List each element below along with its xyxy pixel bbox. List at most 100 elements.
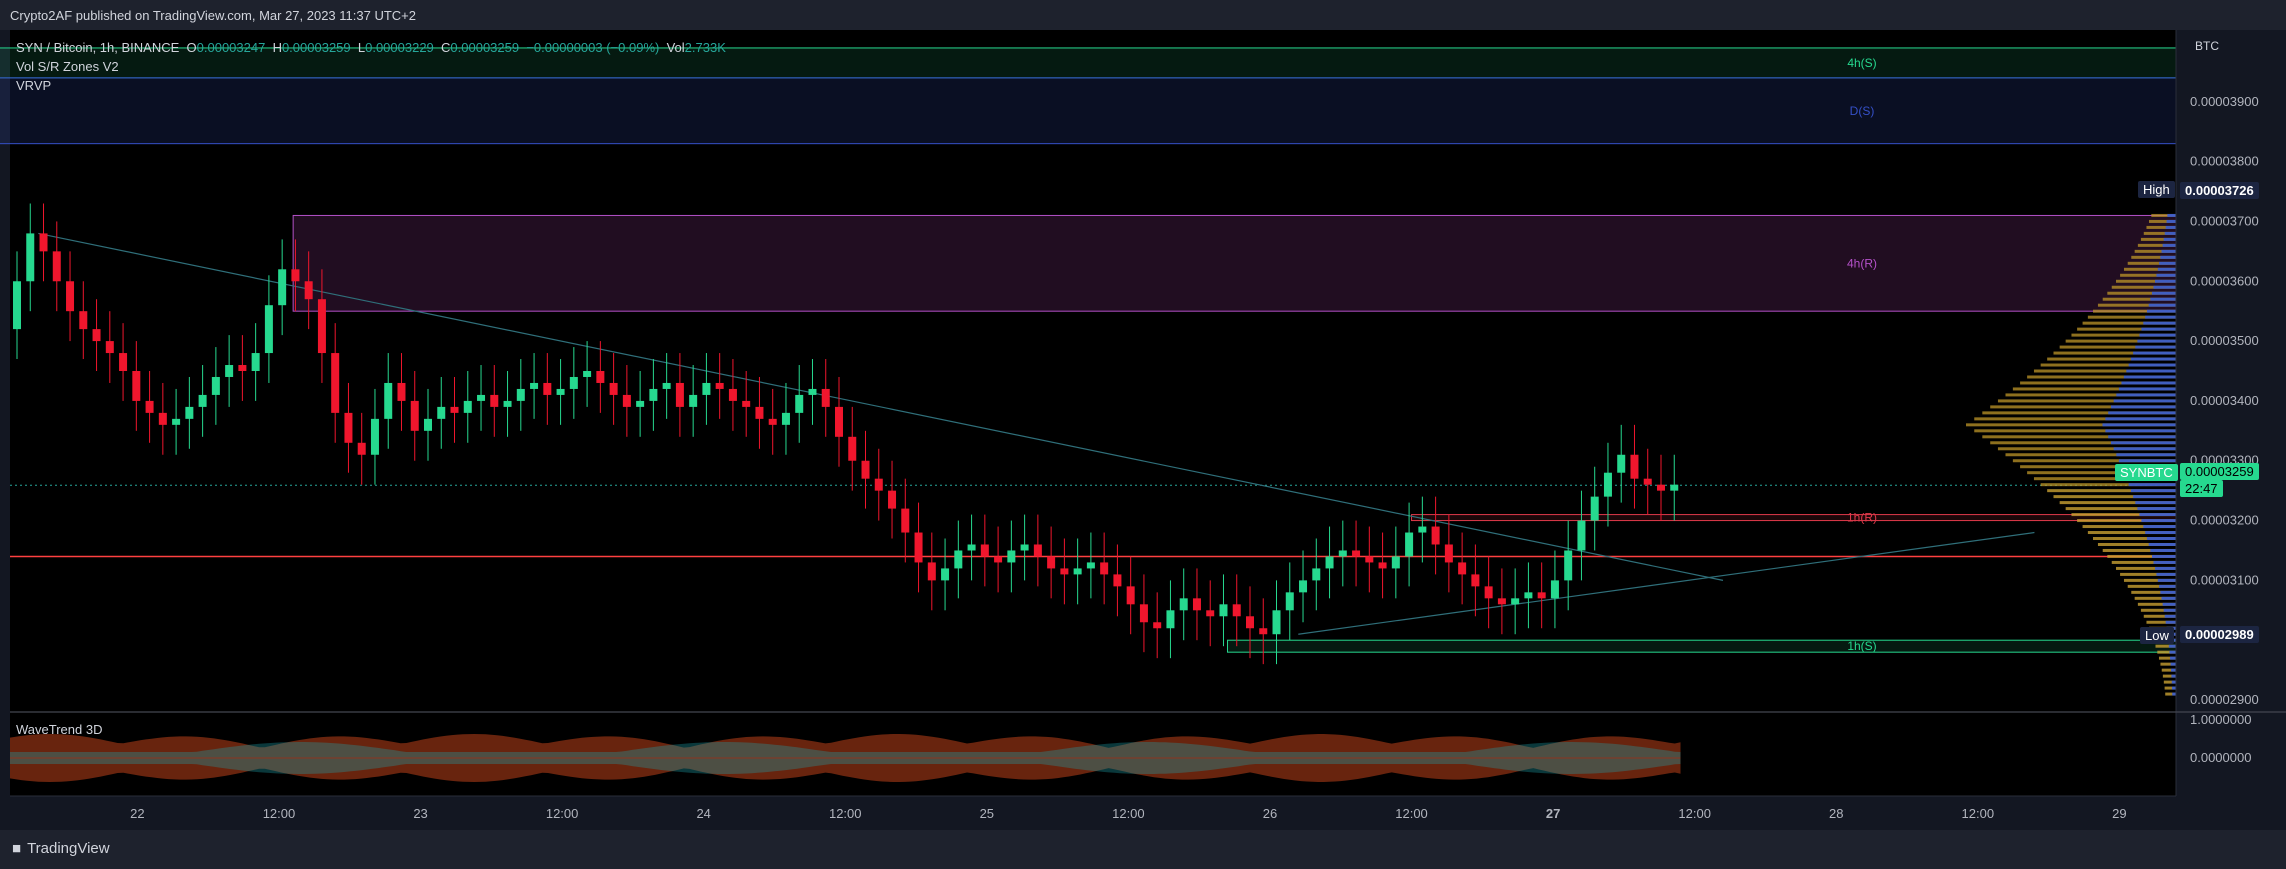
vrvp-bar-buy	[2159, 261, 2176, 265]
osc-tick-0: 1.0000000	[2190, 712, 2251, 727]
vrvp-bar-buy	[2160, 255, 2176, 259]
candle	[79, 311, 88, 330]
candle	[1126, 586, 1135, 605]
x-tick-11: 12:00	[1678, 806, 1711, 821]
candle	[1299, 580, 1308, 593]
vrvp-bar-buy	[2163, 608, 2176, 612]
candle	[569, 376, 578, 389]
price-axis: 0.00003900 0.00003800 0.00003700 0.00003600…	[2175, 30, 2259, 796]
vrvp-bar-buy	[2148, 542, 2176, 546]
vrvp-bar-buy	[2105, 429, 2176, 433]
candle	[1086, 562, 1095, 569]
candle	[370, 418, 379, 455]
candle	[781, 412, 790, 425]
candle	[1073, 568, 1082, 575]
candle	[1047, 556, 1056, 569]
candle	[1285, 592, 1294, 611]
close-value: 0.00003259	[450, 40, 520, 55]
vrvp-bar-buy	[2171, 674, 2176, 678]
candle	[927, 562, 936, 581]
vrvp-bar-buy	[2157, 578, 2176, 582]
candle	[516, 388, 525, 401]
candle	[1100, 562, 1109, 575]
chart-legend: SYN / Bitcoin, 1h, BINANCE O0.00003247 H…	[16, 38, 726, 95]
tv-logo-icon: ■	[12, 840, 22, 857]
vrvp-bar-buy	[2102, 423, 2176, 427]
vrvp-bar-buy	[2146, 537, 2176, 541]
candle	[1484, 586, 1493, 599]
candle	[728, 388, 737, 401]
y-tick-0: 0.00003900	[2190, 94, 2259, 109]
candle	[874, 478, 883, 491]
sr-zones: 4h(S) D(S) 4h(R) 1h(R) 1h(S)	[0, 47, 2177, 653]
vrvp-bar-buy	[2139, 333, 2176, 337]
candle	[1179, 598, 1188, 611]
candle	[66, 281, 75, 312]
candle	[198, 394, 207, 407]
tradingview-logo[interactable]: ■ TradingView	[12, 840, 110, 857]
candle	[530, 382, 539, 389]
vrvp-bar-buy	[2157, 267, 2176, 271]
footer-bar: ■ TradingView	[0, 830, 2286, 869]
vrvp-bar-buy	[2170, 662, 2176, 666]
change-value: −0.00000003 (−0.09%)	[526, 40, 660, 55]
candle	[1232, 604, 1241, 617]
vrvp-bar-buy	[2139, 513, 2176, 517]
high-badge-label: High	[2138, 181, 2175, 198]
y-tick-7: 0.00003200	[2190, 513, 2259, 528]
symbol-badge: SYNBTC	[2115, 464, 2178, 481]
indicator-vrvp[interactable]: VRVP	[16, 76, 726, 95]
vrvp-bar-buy	[2130, 357, 2176, 361]
candle	[901, 508, 910, 533]
last-price-badge: 0.00003259	[2180, 463, 2259, 480]
x-tick-4: 24	[696, 806, 710, 821]
candle	[742, 400, 751, 407]
y-tick-9: 0.00002900	[2190, 692, 2259, 707]
vrvp-bar-buy	[2171, 668, 2176, 672]
price-chart[interactable]: 4h(S)D(S)4h(R)1h(R)1h(S) 0.000039000.000…	[0, 0, 2286, 869]
candle	[1192, 598, 1201, 611]
vrvp-bar-buy	[2165, 225, 2176, 229]
indicator-vol-sr[interactable]: Vol S/R Zones V2	[16, 57, 726, 76]
candle	[357, 442, 366, 455]
zone-4	[1226, 639, 2177, 653]
vrvp-bar-buy	[2128, 363, 2176, 367]
candle	[26, 233, 35, 282]
vrvp-bar-buy	[2153, 560, 2176, 564]
close-label: C	[441, 40, 451, 55]
candle	[437, 406, 446, 419]
zone-label-3: 1h(R)	[1847, 511, 1877, 525]
candle	[503, 400, 512, 407]
vrvp-bar-buy	[2162, 602, 2176, 606]
candle	[1524, 592, 1533, 599]
vrvp-bar-buy	[2159, 584, 2176, 588]
candle	[423, 418, 432, 431]
candle	[291, 269, 300, 282]
y-tick-3: 0.00003600	[2190, 273, 2259, 288]
candle	[185, 406, 194, 419]
candle	[1139, 604, 1148, 623]
brand-name: TradingView	[27, 840, 110, 857]
candle	[556, 388, 565, 395]
candle	[1444, 544, 1453, 563]
vrvp-bar-buy	[2164, 231, 2176, 235]
vrvp-bar-buy	[2110, 441, 2176, 445]
vrvp-bar-buy	[2168, 644, 2176, 648]
x-tick-5: 12:00	[829, 806, 862, 821]
candle	[755, 406, 764, 419]
vrvp-bar-buy	[2150, 548, 2176, 552]
candle	[636, 400, 645, 407]
vrvp-bar-buy	[2166, 219, 2176, 223]
candle	[954, 550, 963, 569]
candle	[477, 394, 486, 401]
candle	[264, 305, 273, 354]
vrvp-bar-buy	[2143, 321, 2176, 325]
vrvp-bar-buy	[2171, 680, 2176, 684]
oscillator-name[interactable]: WaveTrend 3D	[16, 720, 102, 739]
zone-label-1: D(S)	[1850, 104, 1875, 118]
candle	[1166, 610, 1175, 629]
vrvp-bar-buy	[2137, 339, 2176, 343]
candle	[888, 490, 897, 509]
x-tick-8: 26	[1263, 806, 1277, 821]
symbol-label[interactable]: SYN / Bitcoin, 1h, BINANCE	[16, 40, 179, 55]
